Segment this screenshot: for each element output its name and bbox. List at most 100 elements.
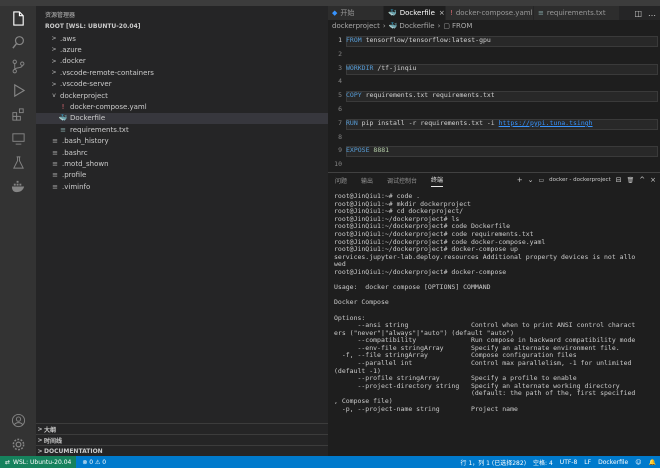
docker-icon[interactable] [10, 178, 26, 194]
settings-gear-icon[interactable] [10, 436, 26, 452]
code-line: 2 [328, 50, 660, 61]
symbol-icon: ▢ [443, 22, 450, 30]
status-bar-right: 行 1，列 1 (已选择282) 空格: 4 UTF-8 LF Dockerfi… [461, 456, 656, 468]
add-terminal-icon[interactable]: + [517, 176, 523, 184]
tree-item-label: Dockerfile [70, 114, 106, 123]
account-icon[interactable] [10, 412, 26, 428]
tree-item[interactable]: > .vscode-server [36, 79, 328, 90]
encoding[interactable]: UTF-8 [560, 459, 578, 466]
tree-item-label: .docker [60, 57, 86, 66]
code-line: 7 RUN pip install -r requirements.txt -i … [328, 119, 660, 130]
close-icon[interactable]: × [439, 9, 445, 17]
documentation-label: DOCUMENTATION [44, 447, 103, 455]
bell-icon[interactable]: 🔔 [649, 459, 656, 466]
line-number: 8 [338, 132, 342, 141]
tab-terminal[interactable]: 终端 [431, 173, 444, 187]
code-line: 6 [328, 105, 660, 116]
terminal-output[interactable]: ●root@JinQiu1:~# code .●root@JinQiu1:~# … [334, 193, 656, 455]
terminal-line: Usage: docker compose [OPTIONS] COMMAND [334, 283, 656, 292]
tree-item[interactable]: ≡ .bash_history [36, 136, 328, 147]
testing-icon[interactable] [10, 154, 26, 170]
source-control-icon[interactable] [10, 58, 26, 74]
tree-item[interactable]: 🐳 Dockerfile [36, 112, 328, 124]
tree-item[interactable]: ≡ .bashrc [36, 147, 328, 158]
tree-item-label: .profile [62, 171, 87, 180]
file-icon: ≡ [52, 159, 58, 168]
line-number: 6 [338, 105, 342, 113]
tab-requirements[interactable]: ≡ requirements.txt [534, 6, 620, 20]
tree-item[interactable]: > .docker [36, 56, 328, 67]
code-line: 8 [328, 133, 660, 144]
tab-debug-console[interactable]: 调试控制台 [387, 173, 417, 187]
breadcrumb-file[interactable]: Dockerfile [399, 22, 434, 30]
remote-indicator[interactable]: ⇄ WSL: Ubuntu-20.04 [0, 456, 77, 468]
more-actions-icon[interactable]: … [648, 9, 656, 18]
line-number: 10 [334, 160, 342, 169]
language-mode[interactable]: Dockerfile [598, 459, 628, 466]
terminal-line: --parallel int Control max parallelism, … [334, 359, 656, 368]
tree-item[interactable]: ≡ .profile [36, 170, 328, 181]
timeline-section[interactable]: > 时间线 [36, 434, 328, 445]
tab-docker-compose[interactable]: ! docker-compose.yaml [446, 6, 534, 20]
chevron-right-icon: > [51, 69, 57, 77]
close-panel-icon[interactable]: × [650, 176, 656, 184]
terminal-line-text: Docker Compose [334, 298, 389, 307]
explorer-icon[interactable] [10, 10, 26, 26]
breadcrumb-folder[interactable]: dockerproject [332, 22, 380, 30]
tab-output[interactable]: 输出 [361, 173, 373, 187]
split-editor-icon[interactable]: ◫ [634, 9, 642, 18]
terminal-name[interactable]: docker - dockerproject [549, 177, 611, 183]
chevron-down-icon: v [52, 92, 56, 99]
line-number: 3 [338, 63, 342, 72]
terminal-line-text: Usage: docker compose [OPTIONS] COMMAND [334, 283, 491, 292]
split-terminal-icon[interactable]: ⊟ [616, 176, 622, 184]
tree-item[interactable]: > .vscode-remote-containers [36, 67, 328, 78]
feedback-icon[interactable]: ☺ [635, 459, 641, 466]
chevron-down-icon[interactable]: ⌄ [528, 176, 534, 184]
tree-item-label: .azure [60, 45, 82, 54]
workspace-root[interactable]: ROOT [WSL: UBUNTU-20.04] [45, 23, 141, 30]
search-icon[interactable] [10, 34, 26, 50]
tree-item[interactable]: > .azure [36, 44, 328, 55]
tree-item[interactable]: ≡ .motd_shown [36, 158, 328, 169]
tree-item[interactable]: v dockerproject [36, 90, 328, 101]
file-icon: ≡ [52, 148, 58, 157]
tree-item[interactable]: ≡ requirements.txt [36, 124, 328, 135]
problems-indicator[interactable]: ⊗ 0 ⚠ 0 [82, 459, 106, 466]
code-line: 9 EXPOSE 8881 [328, 146, 660, 157]
file-icon: ≡ [52, 171, 58, 180]
tab-problems[interactable]: 问题 [335, 173, 347, 187]
code-line: 10 [328, 160, 660, 171]
tree-item[interactable]: > .aws [36, 33, 328, 44]
explorer-title: 资源管理器 [45, 12, 76, 19]
tree-item-label: .vscode-remote-containers [60, 68, 154, 77]
indentation[interactable]: 空格: 4 [533, 458, 553, 467]
extensions-icon[interactable] [10, 106, 26, 122]
code-argument: requirements.txt requirements.txt [365, 91, 495, 100]
tree-item[interactable]: ≡ .viminfo [36, 181, 328, 192]
trash-icon[interactable]: 🗑 [627, 177, 635, 184]
line-number: 9 [338, 146, 342, 155]
tab-start[interactable]: ◆ 开始 [328, 6, 384, 20]
terminal-line: Docker Compose [334, 299, 656, 307]
yaml-icon: ! [450, 9, 453, 17]
end-of-line[interactable]: LF [584, 459, 591, 466]
docker-file-icon: 🐳 [388, 22, 398, 30]
cursor-position[interactable]: 行 1，列 1 (已选择282) [461, 458, 527, 467]
text-icon: ≡ [60, 125, 66, 134]
code-link[interactable]: https://pypi.tuna.tsingh [499, 119, 593, 127]
tree-item-label: requirements.txt [70, 125, 129, 134]
breadcrumb-symbol[interactable]: FROM [452, 22, 472, 30]
tree-item[interactable]: ! docker-compose.yaml [36, 101, 328, 112]
terminal-line: ●root@JinQiu1:~/dockerproject# docker-co… [334, 268, 656, 277]
documentation-section[interactable]: > DOCUMENTATION [36, 445, 328, 456]
remote-explorer-icon[interactable] [10, 130, 26, 146]
tab-dockerfile[interactable]: 🐳 Dockerfile × [384, 6, 446, 20]
run-debug-icon[interactable] [10, 82, 26, 98]
text-icon: ≡ [538, 9, 544, 17]
outline-section[interactable]: > 大纲 [36, 423, 328, 434]
tab-requirements-label: requirements.txt [546, 9, 606, 17]
code-keyword: RUN [346, 118, 358, 127]
tree-item-label: .aws [60, 34, 76, 43]
maximize-panel-icon[interactable]: ^ [639, 176, 645, 184]
